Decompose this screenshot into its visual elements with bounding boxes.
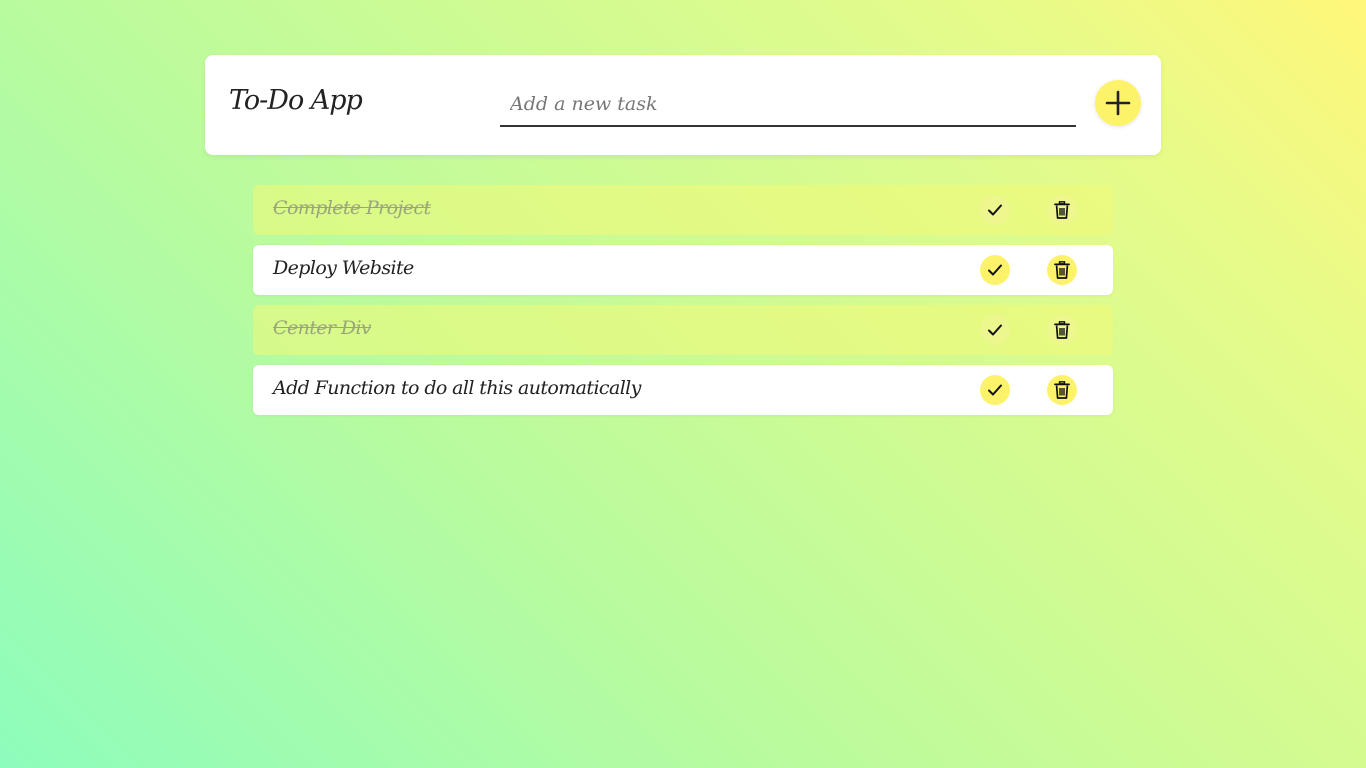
task-item: Complete Project — [253, 185, 1113, 235]
complete-task-button[interactable] — [980, 315, 1010, 345]
check-icon — [988, 384, 1002, 396]
task-item: Center Div — [253, 305, 1113, 355]
task-text: Complete Project — [273, 197, 431, 219]
complete-task-button[interactable] — [980, 375, 1010, 405]
delete-task-button[interactable] — [1047, 315, 1077, 345]
delete-task-button[interactable] — [1047, 375, 1077, 405]
task-list: Complete Project Deploy Website Center D… — [253, 185, 1113, 425]
task-item: Deploy Website — [253, 245, 1113, 295]
task-text: Add Function to do all this automaticall… — [273, 377, 641, 399]
check-icon — [988, 324, 1002, 336]
complete-task-button[interactable] — [980, 255, 1010, 285]
trash-icon — [1054, 321, 1070, 339]
delete-task-button[interactable] — [1047, 255, 1077, 285]
task-text: Center Div — [273, 317, 372, 339]
trash-icon — [1054, 261, 1070, 279]
check-icon — [988, 264, 1002, 276]
complete-task-button[interactable] — [980, 195, 1010, 225]
app-title: To-Do App — [229, 85, 363, 116]
header-card: To-Do App — [205, 55, 1161, 155]
delete-task-button[interactable] — [1047, 195, 1077, 225]
trash-icon — [1054, 201, 1070, 219]
new-task-input[interactable] — [500, 83, 1076, 127]
add-task-button[interactable] — [1095, 80, 1141, 126]
check-icon — [988, 204, 1002, 216]
task-item: Add Function to do all this automaticall… — [253, 365, 1113, 415]
task-text: Deploy Website — [273, 257, 414, 279]
plus-icon — [1105, 90, 1131, 116]
trash-icon — [1054, 381, 1070, 399]
